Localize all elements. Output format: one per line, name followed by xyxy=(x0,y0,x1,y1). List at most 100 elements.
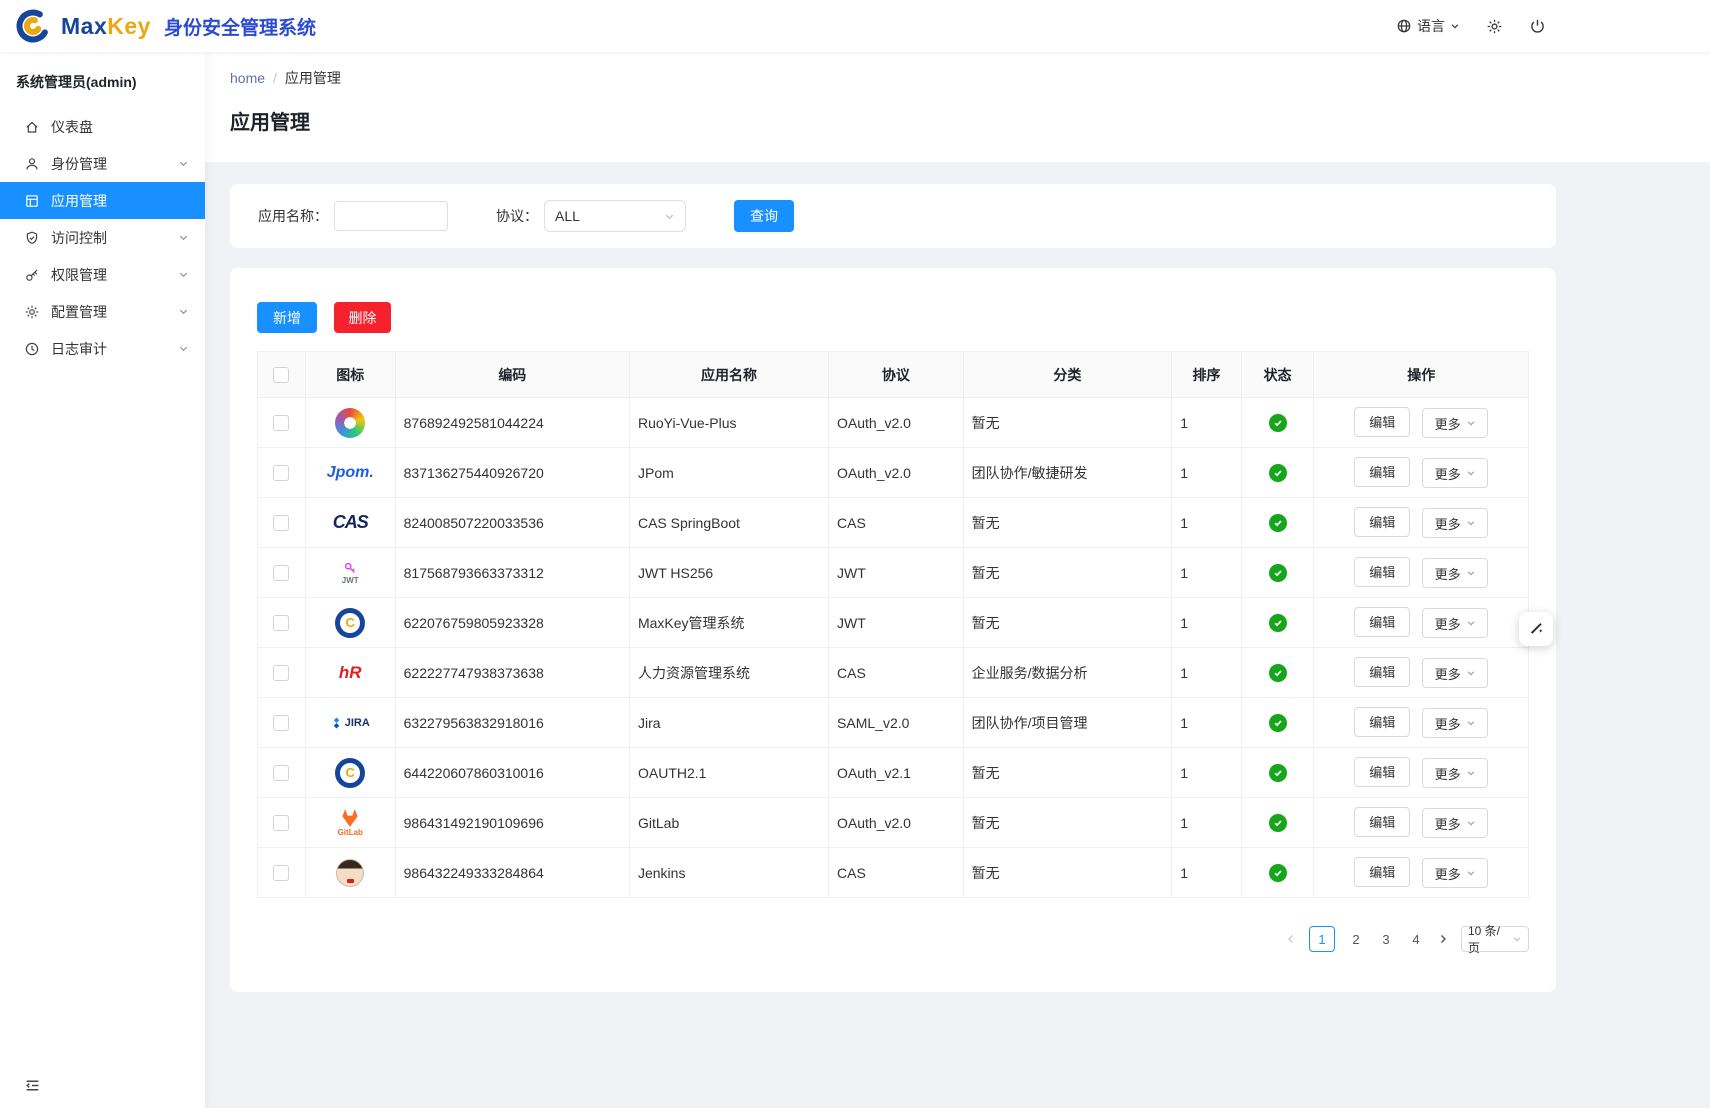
breadcrumb-current: 应用管理 xyxy=(285,68,341,88)
sidebar-item-identity[interactable]: 身份管理 xyxy=(0,145,205,182)
more-button[interactable]: 更多 xyxy=(1422,708,1488,738)
row-checkbox[interactable] xyxy=(273,815,289,831)
more-button[interactable]: 更多 xyxy=(1422,558,1488,588)
sidebar-item-dashboard[interactable]: 仪表盘 xyxy=(0,108,205,145)
applications-table: 图标 编码 应用名称 协议 分类 排序 状态 操作 87689249258104… xyxy=(257,351,1529,898)
row-checkbox[interactable] xyxy=(273,415,289,431)
row-checkbox[interactable] xyxy=(273,865,289,881)
row-checkbox[interactable] xyxy=(273,565,289,581)
app-name: CAS SpringBoot xyxy=(629,498,828,548)
more-button[interactable]: 更多 xyxy=(1422,758,1488,788)
page-size-select[interactable]: 10 条/页 xyxy=(1461,926,1529,952)
maxkey-logo-icon xyxy=(14,7,52,45)
table-row: Jpom. 837136275440926720 JPom OAuth_v2.0… xyxy=(258,448,1529,498)
app-category: 企业服务/数据分析 xyxy=(963,648,1172,698)
sidebar-item-audit-logs[interactable]: 日志审计 xyxy=(0,330,205,367)
row-checkbox[interactable] xyxy=(273,765,289,781)
delete-button[interactable]: 删除 xyxy=(334,302,391,333)
status-active-icon xyxy=(1269,514,1287,532)
pagination-page-2[interactable]: 2 xyxy=(1347,932,1365,947)
protocol-select[interactable]: ALL xyxy=(544,200,686,232)
pagination-page-4[interactable]: 4 xyxy=(1407,932,1425,947)
app-name: Jira xyxy=(629,698,828,748)
chevron-down-icon xyxy=(1466,818,1476,828)
add-button[interactable]: 新增 xyxy=(257,302,317,333)
edit-button[interactable]: 编辑 xyxy=(1354,857,1410,887)
more-button[interactable]: 更多 xyxy=(1422,458,1488,488)
globe-icon xyxy=(1396,18,1412,34)
key-icon xyxy=(24,267,41,283)
sidebar-collapse-button[interactable] xyxy=(24,1077,41,1094)
row-checkbox[interactable] xyxy=(273,715,289,731)
table-row: C 644220607860310016 OAUTH2.1 OAuth_v2.1… xyxy=(258,748,1529,798)
app-name-filter-input[interactable] xyxy=(334,201,448,231)
hr-app-icon: hR xyxy=(332,654,368,692)
app-code: 986431492190109696 xyxy=(395,798,629,848)
person-icon xyxy=(24,156,41,172)
table-row: CAS 824008507220033536 CAS SpringBoot CA… xyxy=(258,498,1529,548)
edit-button[interactable]: 编辑 xyxy=(1354,707,1410,737)
chevron-down-icon xyxy=(1466,718,1476,728)
pagination-prev-button[interactable] xyxy=(1285,933,1297,945)
pagination-next-button[interactable] xyxy=(1437,933,1449,945)
app-protocol: CAS xyxy=(829,848,964,898)
search-button[interactable]: 查询 xyxy=(734,200,794,232)
chevron-down-icon xyxy=(1466,618,1476,628)
edit-button[interactable]: 编辑 xyxy=(1354,657,1410,687)
edit-button[interactable]: 编辑 xyxy=(1354,507,1410,537)
sidebar-item-applications[interactable]: 应用管理 xyxy=(0,182,205,219)
app-name: RuoYi-Vue-Plus xyxy=(629,398,828,448)
app-category: 暂无 xyxy=(963,498,1172,548)
language-switcher[interactable]: 语言 xyxy=(1396,16,1460,36)
table-card: 新增 删除 图标 编码 应用名称 协议 分类 排序 xyxy=(230,268,1556,992)
chevron-down-icon xyxy=(178,232,189,243)
app-code: 632279563832918016 xyxy=(395,698,629,748)
app-sort: 1 xyxy=(1172,748,1242,798)
settings-gear-button[interactable] xyxy=(1486,18,1503,35)
breadcrumb: home / 应用管理 xyxy=(230,68,1710,88)
row-checkbox[interactable] xyxy=(273,515,289,531)
app-protocol: CAS xyxy=(829,648,964,698)
pagination-page-1[interactable]: 1 xyxy=(1309,926,1335,952)
app-code: 824008507220033536 xyxy=(395,498,629,548)
app-name-filter-label: 应用名称： xyxy=(258,206,328,226)
more-button[interactable]: 更多 xyxy=(1422,808,1488,838)
edit-button[interactable]: 编辑 xyxy=(1354,757,1410,787)
table-toolbar: 新增 删除 xyxy=(257,302,1529,333)
more-button[interactable]: 更多 xyxy=(1422,608,1488,638)
logout-button[interactable] xyxy=(1529,18,1546,35)
app-name: Jenkins xyxy=(629,848,828,898)
chevron-down-icon xyxy=(1466,568,1476,578)
row-checkbox[interactable] xyxy=(273,465,289,481)
chevron-down-icon xyxy=(1466,768,1476,778)
edit-button[interactable]: 编辑 xyxy=(1354,607,1410,637)
more-button[interactable]: 更多 xyxy=(1422,508,1488,538)
chevron-down-icon xyxy=(178,269,189,280)
app-code: 876892492581044224 xyxy=(395,398,629,448)
sidebar-item-configuration[interactable]: 配置管理 xyxy=(0,293,205,330)
sidebar-item-permissions[interactable]: 权限管理 xyxy=(0,256,205,293)
row-checkbox[interactable] xyxy=(273,615,289,631)
edit-button[interactable]: 编辑 xyxy=(1354,557,1410,587)
breadcrumb-home-link[interactable]: home xyxy=(230,70,265,86)
status-active-icon xyxy=(1269,614,1287,632)
sidebar-item-access-control[interactable]: 访问控制 xyxy=(0,219,205,256)
language-label: 语言 xyxy=(1417,16,1445,36)
edit-button[interactable]: 编辑 xyxy=(1354,407,1410,437)
column-header-status: 状态 xyxy=(1241,352,1314,398)
more-button[interactable]: 更多 xyxy=(1422,658,1488,688)
row-checkbox[interactable] xyxy=(273,665,289,681)
app-sort: 1 xyxy=(1172,448,1242,498)
chevron-down-icon xyxy=(1466,468,1476,478)
select-all-checkbox[interactable] xyxy=(273,367,289,383)
more-button[interactable]: 更多 xyxy=(1422,858,1488,888)
more-button[interactable]: 更多 xyxy=(1422,408,1488,438)
app-sort: 1 xyxy=(1172,698,1242,748)
maxkey-app-icon: C xyxy=(332,604,368,642)
pagination-page-3[interactable]: 3 xyxy=(1377,932,1395,947)
edit-button[interactable]: 编辑 xyxy=(1354,807,1410,837)
app-category: 暂无 xyxy=(963,848,1172,898)
edit-button[interactable]: 编辑 xyxy=(1354,457,1410,487)
floating-theme-button[interactable] xyxy=(1519,612,1553,646)
column-header-name: 应用名称 xyxy=(629,352,828,398)
